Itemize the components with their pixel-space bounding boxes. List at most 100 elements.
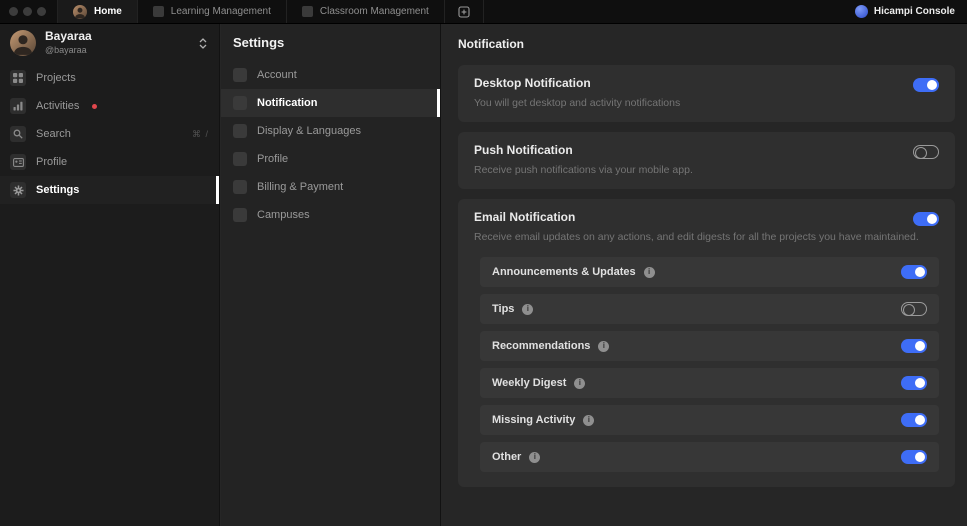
sidebar-item-label: Profile <box>36 156 68 168</box>
window-control-dot[interactable] <box>37 7 46 16</box>
sidebar-item-activities[interactable]: Activities <box>0 92 219 120</box>
card-description: You will get desktop and activity notifi… <box>474 97 681 109</box>
row-announcements-updates: Announcements & Updates <box>480 257 939 287</box>
sidebar: Bayaraa @bayaraa Projects Activities Sea… <box>0 24 220 526</box>
profile-icon <box>10 154 26 170</box>
settings-nav-item-label: Notification <box>257 97 318 109</box>
app-window: Home Learning Management Classroom Manag… <box>0 0 967 526</box>
option-label: Recommendations <box>492 340 591 352</box>
window-controls <box>0 0 57 23</box>
recommendations-toggle[interactable] <box>901 339 927 353</box>
page-title: Notification <box>458 37 524 51</box>
settings-nav-title: Settings <box>233 35 285 50</box>
settings-nav-item-account[interactable]: Account <box>221 61 440 89</box>
account-icon <box>233 68 247 82</box>
console-label: Hicampi Console <box>873 6 955 17</box>
new-tab-button[interactable] <box>443 0 484 23</box>
sidebar-item-profile[interactable]: Profile <box>0 148 219 176</box>
announcements-updates-toggle[interactable] <box>901 265 927 279</box>
settings-nav-item-billing-payment[interactable]: Billing & Payment <box>221 173 440 201</box>
card-push-notification: Push Notification Receive push notificat… <box>458 132 955 189</box>
tips-toggle[interactable] <box>901 302 927 316</box>
user-meta: Bayaraa @bayaraa <box>45 29 92 56</box>
settings-nav-item-profile[interactable]: Profile <box>221 145 440 173</box>
info-icon[interactable] <box>583 414 595 426</box>
activities-icon <box>10 98 26 114</box>
tab-learning-management[interactable]: Learning Management <box>136 0 286 23</box>
sidebar-item-settings[interactable]: Settings <box>0 176 219 204</box>
push-notification-toggle[interactable] <box>913 145 939 159</box>
option-label: Announcements & Updates <box>492 266 636 278</box>
user-handle: @bayaraa <box>45 45 87 56</box>
avatar <box>10 30 36 56</box>
topbar: Home Learning Management Classroom Manag… <box>0 0 967 24</box>
user-avatar-icon <box>73 4 87 19</box>
weekly-digest-toggle[interactable] <box>901 376 927 390</box>
tab-label: Learning Management <box>170 6 271 17</box>
card-title: Email Notification <box>474 210 576 224</box>
option-label: Missing Activity <box>492 414 576 426</box>
billing-payment-icon <box>233 180 247 194</box>
plus-icon <box>458 5 470 18</box>
notification-settings-panel: Notification Desktop Notification You wi… <box>442 24 967 526</box>
option-label: Other <box>492 451 522 463</box>
tab-home[interactable]: Home <box>57 0 137 23</box>
settings-nav-item-campuses[interactable]: Campuses <box>221 201 440 229</box>
other-toggle[interactable] <box>901 450 927 464</box>
tab-label: Home <box>94 6 122 17</box>
search-icon <box>10 126 26 142</box>
sidebar-item-label: Search <box>36 128 71 140</box>
card-description: Receive push notifications via your mobi… <box>474 164 693 176</box>
search-shortcut: ⌘ / <box>191 128 209 139</box>
info-icon[interactable] <box>529 451 541 463</box>
row-other: Other <box>480 442 939 472</box>
settings-nav: Settings Account Notification Display & … <box>221 24 441 526</box>
settings-nav-item-display-languages[interactable]: Display & Languages <box>221 117 440 145</box>
option-label: Tips <box>492 303 515 315</box>
display-languages-icon <box>233 124 247 138</box>
profile-settings-icon <box>233 152 247 166</box>
window-control-dot[interactable] <box>23 7 32 16</box>
row-weekly-digest: Weekly Digest <box>480 368 939 398</box>
info-icon[interactable] <box>598 340 610 352</box>
user-switcher[interactable]: Bayaraa @bayaraa <box>0 24 219 64</box>
email-notification-toggle[interactable] <box>913 212 939 226</box>
email-notification-options: Announcements & Updates Tips Recommendat… <box>480 257 939 472</box>
info-icon[interactable] <box>522 303 534 315</box>
missing-activity-toggle[interactable] <box>901 413 927 427</box>
option-label: Weekly Digest <box>492 377 567 389</box>
hicampi-logo-icon <box>854 5 868 18</box>
card-email-notification: Email Notification Receive email updates… <box>458 199 955 487</box>
row-missing-activity: Missing Activity <box>480 405 939 435</box>
notification-icon <box>233 96 247 110</box>
card-title: Push Notification <box>474 143 573 157</box>
tab-label: Classroom Management <box>319 6 429 17</box>
desktop-notification-toggle[interactable] <box>913 78 939 92</box>
info-icon[interactable] <box>643 266 655 278</box>
settings-nav-item-label: Billing & Payment <box>257 181 344 193</box>
user-name: Bayaraa <box>45 29 92 44</box>
settings-nav-item-label: Campuses <box>257 209 310 221</box>
sidebar-item-projects[interactable]: Projects <box>0 64 219 92</box>
sidebar-item-label: Projects <box>36 72 76 84</box>
sidebar-item-label: Activities <box>36 100 80 112</box>
settings-nav-item-label: Account <box>257 69 297 81</box>
card-title: Desktop Notification <box>474 76 591 90</box>
tab-classroom-management[interactable]: Classroom Management <box>285 0 444 23</box>
campuses-icon <box>233 208 247 222</box>
workspace-icon <box>301 6 313 17</box>
settings-nav-item-label: Display & Languages <box>257 125 361 137</box>
notification-badge-dot <box>92 103 98 109</box>
settings-nav-item-notification[interactable]: Notification <box>221 89 440 117</box>
settings-gear-icon <box>10 182 26 198</box>
workspace-icon <box>152 6 164 17</box>
info-icon[interactable] <box>574 377 586 389</box>
row-tips: Tips <box>480 294 939 324</box>
chevron-up-down-icon[interactable] <box>197 36 209 51</box>
window-control-dot[interactable] <box>9 7 18 16</box>
card-desktop-notification: Desktop Notification You will get deskto… <box>458 65 955 122</box>
row-recommendations: Recommendations <box>480 331 939 361</box>
console-button[interactable]: Hicampi Console <box>843 0 967 23</box>
card-description: Receive email updates on any actions, an… <box>474 231 919 243</box>
sidebar-item-search[interactable]: Search ⌘ / <box>0 120 219 148</box>
